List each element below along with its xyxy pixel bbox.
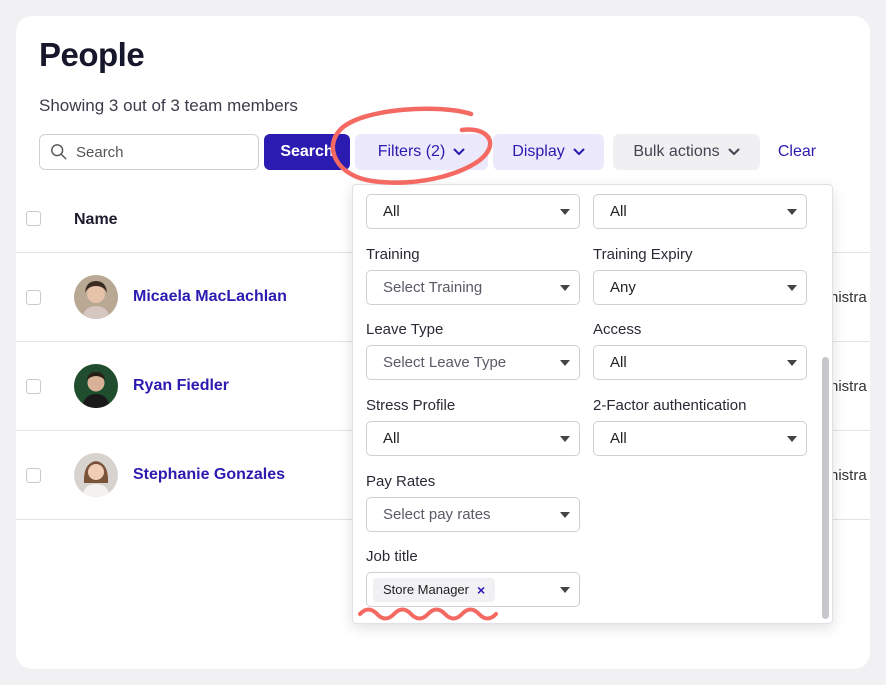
search-icon bbox=[51, 144, 67, 160]
caret-down-icon bbox=[787, 209, 797, 215]
search-input-wrapper[interactable] bbox=[39, 134, 259, 170]
row-checkbox[interactable] bbox=[26, 290, 41, 305]
select-value: All bbox=[383, 203, 400, 220]
clear-button-label: Clear bbox=[777, 143, 817, 160]
role-cell: nistra bbox=[830, 467, 867, 484]
search-input[interactable] bbox=[76, 143, 246, 161]
avatar bbox=[74, 453, 118, 497]
chevron-down-icon bbox=[728, 148, 740, 155]
training-expiry-label: Training Expiry bbox=[593, 246, 693, 263]
avatar bbox=[74, 275, 118, 319]
display-button[interactable]: Display bbox=[493, 134, 604, 170]
person-name-link[interactable]: Micaela MacLachlan bbox=[133, 288, 287, 306]
two-factor-label: 2-Factor authentication bbox=[593, 397, 747, 414]
avatar bbox=[74, 364, 118, 408]
caret-down-icon bbox=[787, 360, 797, 366]
caret-down-icon bbox=[787, 285, 797, 291]
role-cell: nistra bbox=[830, 289, 867, 306]
select-all-checkbox[interactable] bbox=[26, 211, 41, 226]
member-count: Showing 3 out of 3 team members bbox=[39, 96, 298, 115]
chevron-down-icon bbox=[573, 148, 585, 155]
select-value: Select pay rates bbox=[383, 506, 491, 523]
search-button-label: Search bbox=[280, 143, 334, 160]
bulk-actions-button[interactable]: Bulk actions bbox=[613, 134, 760, 170]
bulk-actions-label: Bulk actions bbox=[633, 143, 720, 160]
person-name-link[interactable]: Ryan Fiedler bbox=[133, 377, 229, 395]
scrollbar-thumb[interactable] bbox=[822, 357, 829, 619]
select-value: All bbox=[383, 430, 400, 447]
caret-down-icon bbox=[560, 436, 570, 442]
caret-down-icon bbox=[560, 512, 570, 518]
job-title-tag: Store Manager × bbox=[373, 577, 496, 602]
display-button-label: Display bbox=[512, 143, 565, 160]
select-value: Select Leave Type bbox=[383, 354, 507, 371]
training-select[interactable]: Select Training bbox=[366, 270, 580, 305]
filters-button-label: Filters (2) bbox=[377, 143, 446, 160]
stress-profile-label: Stress Profile bbox=[366, 397, 456, 414]
search-button[interactable]: Search bbox=[264, 134, 350, 170]
clear-button[interactable]: Clear bbox=[772, 134, 822, 170]
chevron-down-icon bbox=[453, 148, 465, 155]
tag-label: Store Manager bbox=[383, 582, 469, 597]
column-header-name: Name bbox=[74, 211, 118, 228]
two-factor-select[interactable]: All bbox=[593, 421, 807, 456]
filter-select-left-top[interactable]: All bbox=[366, 194, 580, 229]
training-label: Training bbox=[366, 246, 420, 263]
role-cell: nistra bbox=[830, 378, 867, 395]
stress-profile-select[interactable]: All bbox=[366, 421, 580, 456]
select-value: All bbox=[610, 430, 627, 447]
page-title: People bbox=[39, 36, 145, 73]
row-checkbox[interactable] bbox=[26, 379, 41, 394]
caret-down-icon bbox=[560, 360, 570, 366]
caret-down-icon bbox=[787, 436, 797, 442]
caret-down-icon bbox=[560, 209, 570, 215]
select-value: All bbox=[610, 354, 627, 371]
caret-down-icon bbox=[560, 285, 570, 291]
access-select[interactable]: All bbox=[593, 345, 807, 380]
caret-down-icon bbox=[560, 587, 570, 593]
pay-rates-select[interactable]: Select pay rates bbox=[366, 497, 580, 532]
select-value: All bbox=[610, 203, 627, 220]
leave-type-label: Leave Type bbox=[366, 321, 444, 338]
access-label: Access bbox=[593, 321, 642, 338]
person-name-link[interactable]: Stephanie Gonzales bbox=[133, 466, 285, 484]
job-title-label: Job title bbox=[366, 548, 418, 565]
filters-button[interactable]: Filters (2) bbox=[355, 134, 488, 170]
job-title-select[interactable]: Store Manager × bbox=[366, 572, 580, 607]
training-expiry-select[interactable]: Any bbox=[593, 270, 807, 305]
filter-select-right-top[interactable]: All bbox=[593, 194, 807, 229]
row-checkbox[interactable] bbox=[26, 468, 41, 483]
leave-type-select[interactable]: Select Leave Type bbox=[366, 345, 580, 380]
close-icon[interactable]: × bbox=[477, 582, 485, 598]
select-value: Any bbox=[610, 279, 636, 296]
select-value: Select Training bbox=[383, 279, 483, 296]
pay-rates-label: Pay Rates bbox=[366, 473, 436, 490]
filters-dropdown-panel[interactable]: All All Training Select Training Trainin… bbox=[352, 184, 833, 624]
